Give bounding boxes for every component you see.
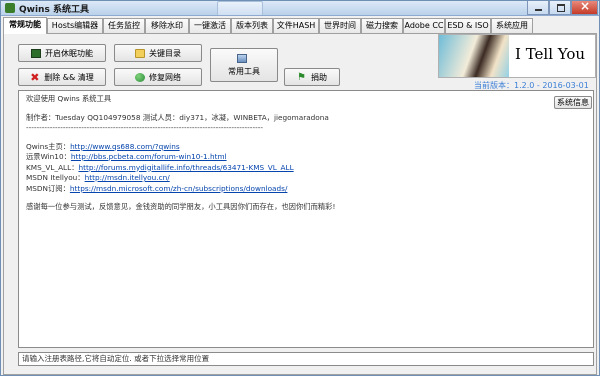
link-label: MSDN订阅： xyxy=(26,183,70,193)
delete-cleanup-label: 删除 && 清理 xyxy=(44,72,94,82)
msdn-subscription-link[interactable]: https://msdn.microsoft.com/zh-cn/subscri… xyxy=(70,184,288,193)
folder-icon xyxy=(135,48,145,58)
tab-system-apps[interactable]: 系统应用 xyxy=(491,18,533,33)
globe-icon xyxy=(135,72,145,82)
taskbar-ghost-tab xyxy=(217,1,263,15)
itellyou-banner[interactable]: I Tell You xyxy=(438,34,596,78)
kms-vl-all-link[interactable]: http://forums.mydigitallife.info/threads… xyxy=(79,163,294,172)
link-row-qwins: Qwins主页：http://www.qs688.com/?qwins xyxy=(26,142,593,153)
pcbeta-win10-link[interactable]: http://bbs.pcbeta.com/forum-win10-1.html xyxy=(71,152,227,161)
tab-strip: 常规功能 Hosts编辑器 任务监控 移除水印 一键激活 版本列表 文件HASH… xyxy=(3,17,597,34)
monitor-icon xyxy=(31,48,41,58)
link-label: 远景Win10： xyxy=(26,152,71,161)
link-label: Qwins主页： xyxy=(26,141,71,151)
tab-file-hash[interactable]: 文件HASH xyxy=(273,18,319,33)
title-bar[interactable]: Qwins 系统工具 xyxy=(1,1,599,16)
author-line: 制作者：Tuesday QQ104979058 测试人员：diy371，冰凝，W… xyxy=(26,112,329,122)
info-textarea[interactable]: 欢迎使用 Qwins 系统工具 制作者：Tuesday QQ104979058 … xyxy=(18,90,594,348)
minimize-button[interactable] xyxy=(527,1,549,15)
tab-hosts-editor[interactable]: Hosts编辑器 xyxy=(47,18,103,33)
maximize-button[interactable] xyxy=(549,1,571,15)
general-panel: 开启休眠功能 关键目录 常用工具 ✖ 删除 && 清理 修复网络 ⚑ 捐助 I … xyxy=(3,33,597,375)
qwins-home-link[interactable]: http://www.qs688.com/?qwins xyxy=(70,142,180,151)
tab-version-list[interactable]: 版本列表 xyxy=(231,18,273,33)
tools-icon xyxy=(237,53,247,63)
enable-hibernate-label: 开启休眠功能 xyxy=(45,48,93,58)
tab-general[interactable]: 常规功能 xyxy=(3,17,47,34)
main-window: Qwins 系统工具 常规功能 Hosts编辑器 任务监控 移除水印 一键激活 … xyxy=(0,0,600,376)
link-label: KMS_VL_ALL： xyxy=(26,162,79,172)
close-button[interactable] xyxy=(571,1,598,15)
banner-photo xyxy=(439,35,509,77)
tab-task-monitor[interactable]: 任务监控 xyxy=(103,18,145,33)
delete-x-icon: ✖ xyxy=(30,70,40,84)
key-directory-label: 关键目录 xyxy=(149,48,181,58)
link-row-itellyou: MSDN Itellyou：http://msdn.itellyou.cn/ xyxy=(26,173,593,184)
link-row-pcbeta: 远景Win10：http://bbs.pcbeta.com/forum-win1… xyxy=(26,152,593,163)
thanks-line: 感谢每一位参与测试，反馈意见，金钱资助的同学朋友，小工具因你们而存在，也因你们而… xyxy=(26,202,336,211)
repair-network-button[interactable]: 修复网络 xyxy=(114,68,202,86)
donate-button[interactable]: ⚑ 捐助 xyxy=(284,68,340,86)
link-row-msdn: MSDN订阅：https://msdn.microsoft.com/zh-cn/… xyxy=(26,184,593,195)
tab-remove-watermark[interactable]: 移除水印 xyxy=(145,18,189,33)
msdn-itellyou-link[interactable]: http://msdn.itellyou.cn/ xyxy=(85,173,170,182)
separator-line: ----------------------------------------… xyxy=(26,123,263,132)
system-info-button[interactable]: 系统信息 xyxy=(554,96,592,109)
link-row-kms: KMS_VL_ALL：http://forums.mydigitallife.i… xyxy=(26,163,593,174)
enable-hibernate-button[interactable]: 开启休眠功能 xyxy=(18,44,106,62)
link-label: MSDN Itellyou： xyxy=(26,173,85,182)
tab-one-click-activate[interactable]: 一键激活 xyxy=(189,18,231,33)
registry-path-input[interactable]: 请输入注册表路径,它将自动定位. 或者下拉选择常用位置 xyxy=(18,352,594,366)
donate-label: 捐助 xyxy=(311,72,327,82)
app-icon xyxy=(5,3,15,13)
tab-magnet-search[interactable]: 磁力搜索 xyxy=(361,18,403,33)
banner-brand: I Tell You xyxy=(515,45,586,63)
tab-adobe-cc[interactable]: Adobe CC xyxy=(403,18,445,33)
delete-cleanup-button[interactable]: ✖ 删除 && 清理 xyxy=(18,68,106,86)
common-tools-label: 常用工具 xyxy=(228,66,260,76)
window-title: Qwins 系统工具 xyxy=(19,5,89,15)
flag-icon: ⚑ xyxy=(297,71,306,83)
tab-world-time[interactable]: 世界时间 xyxy=(319,18,361,33)
common-tools-button[interactable]: 常用工具 xyxy=(210,48,278,82)
key-directory-button[interactable]: 关键目录 xyxy=(114,44,202,62)
welcome-line: 欢迎使用 Qwins 系统工具 xyxy=(26,94,112,103)
repair-network-label: 修复网络 xyxy=(149,72,181,82)
tab-esd-iso[interactable]: ESD & ISO xyxy=(445,18,491,33)
